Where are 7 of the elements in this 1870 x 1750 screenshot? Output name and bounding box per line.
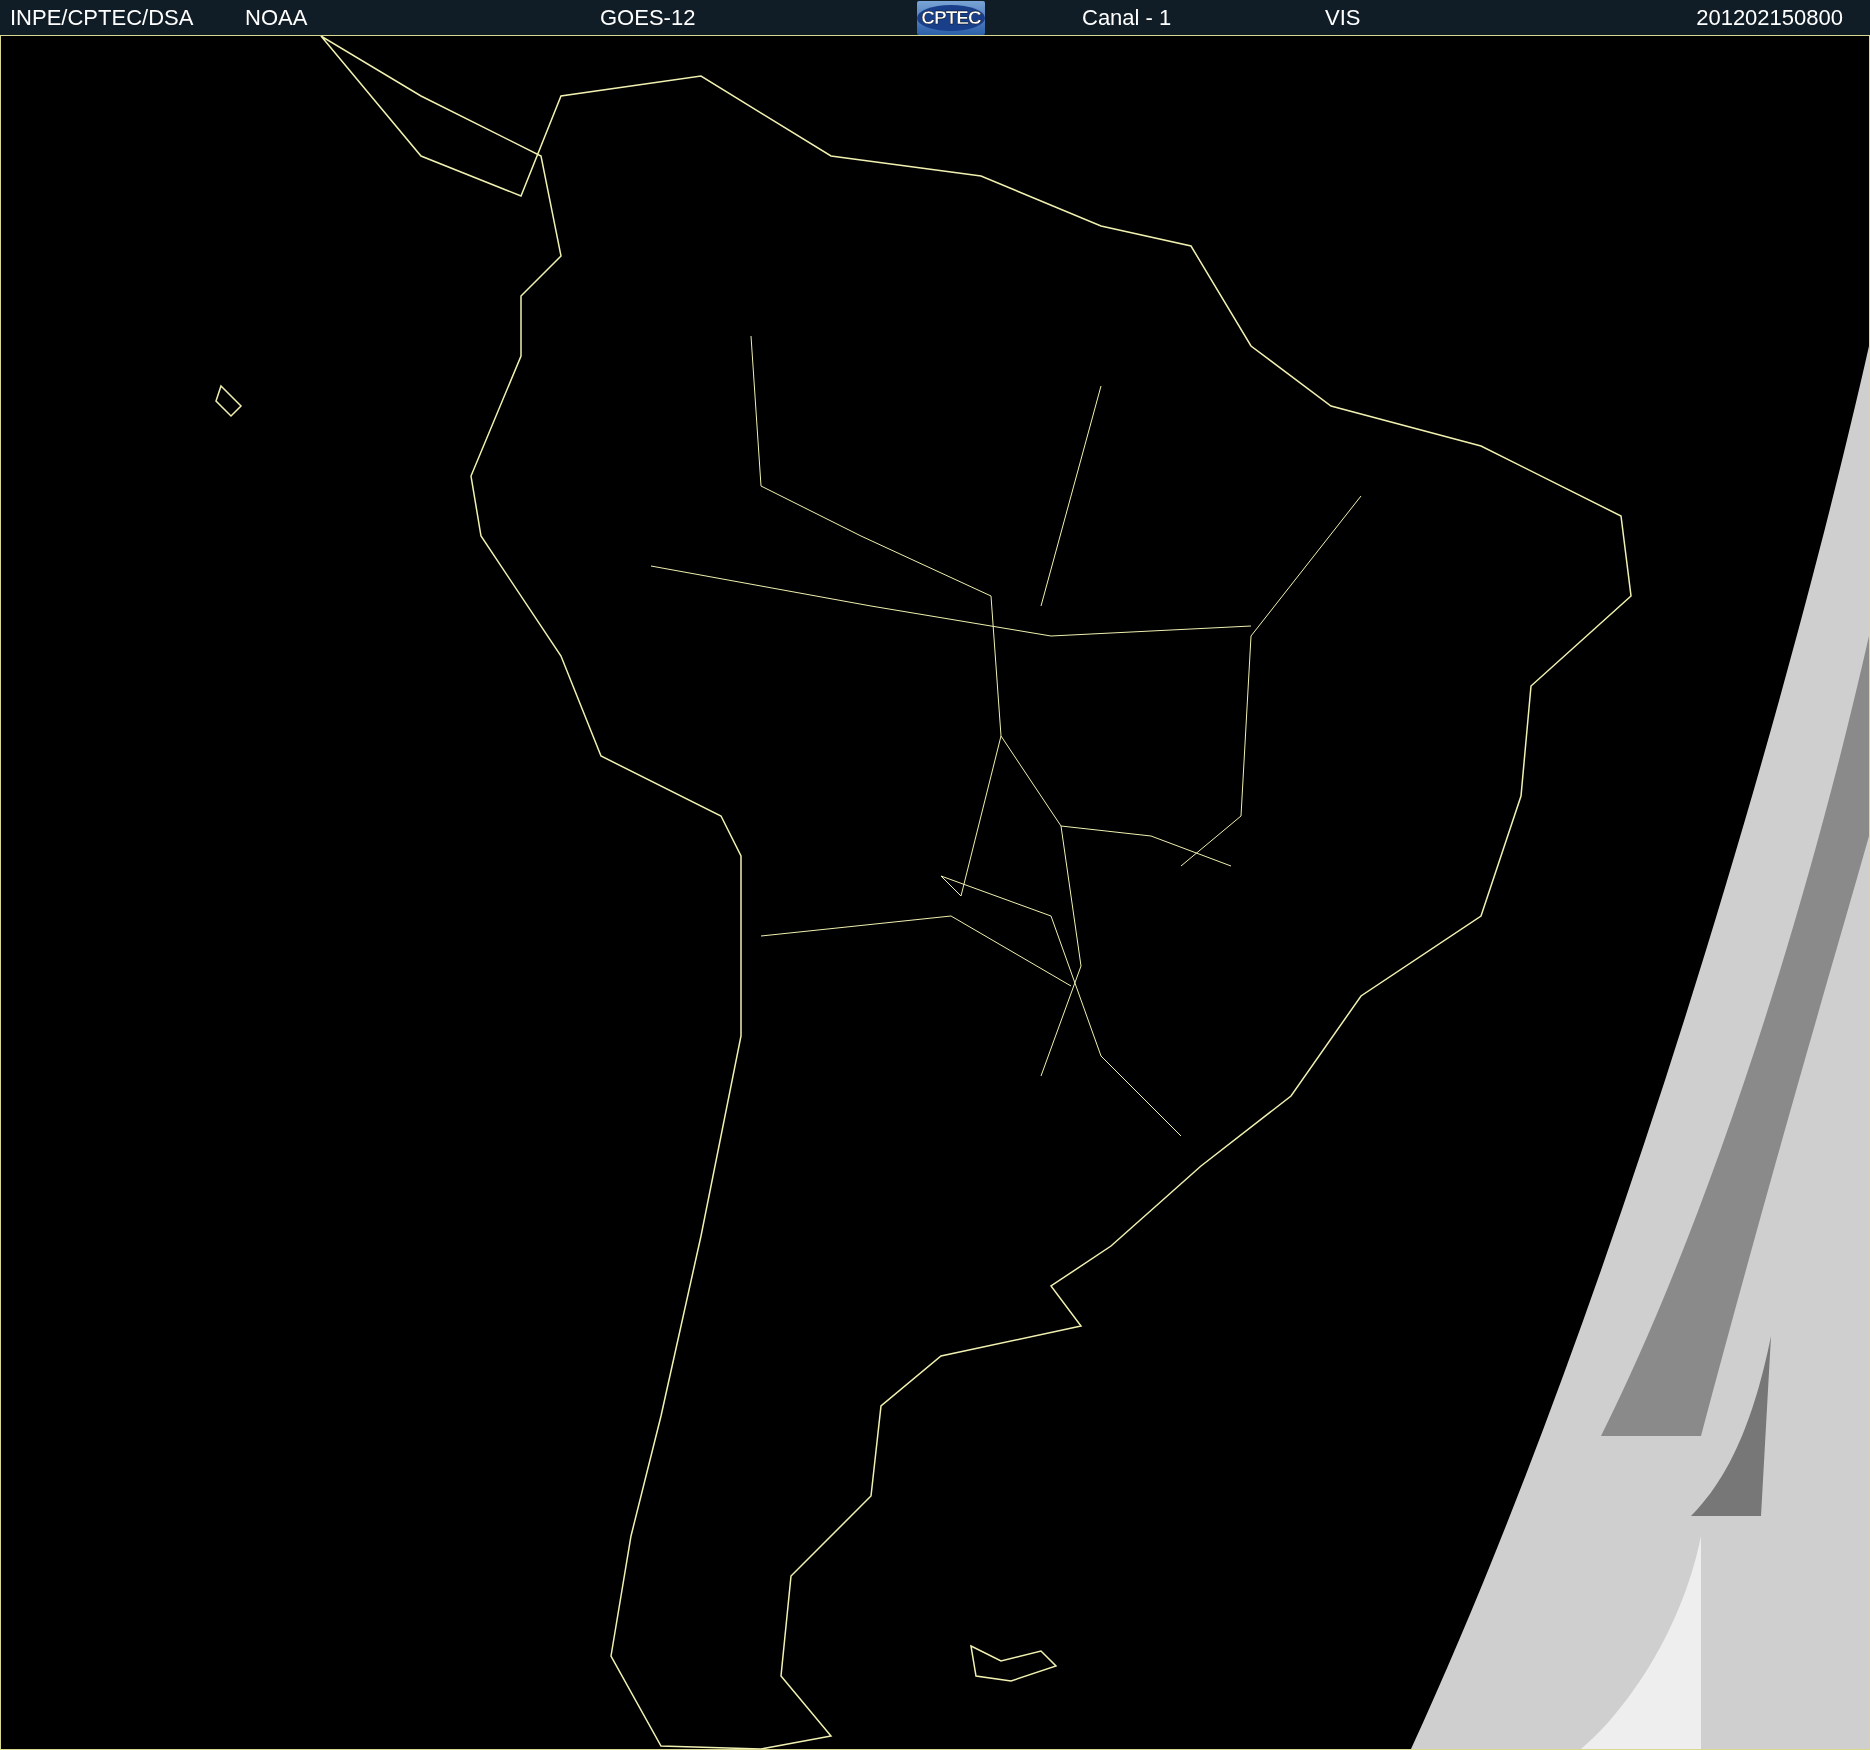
band-label: VIS bbox=[1325, 6, 1362, 29]
source-label: INPE/CPTEC/DSA bbox=[10, 6, 195, 29]
logo: CPTEC bbox=[917, 0, 985, 35]
agency-label: NOAA bbox=[245, 6, 309, 29]
channel-label: Canal - 1 bbox=[1082, 6, 1173, 29]
satellite-label: GOES-12 bbox=[600, 6, 697, 29]
timestamp-label: 201202150800 bbox=[1696, 6, 1843, 29]
